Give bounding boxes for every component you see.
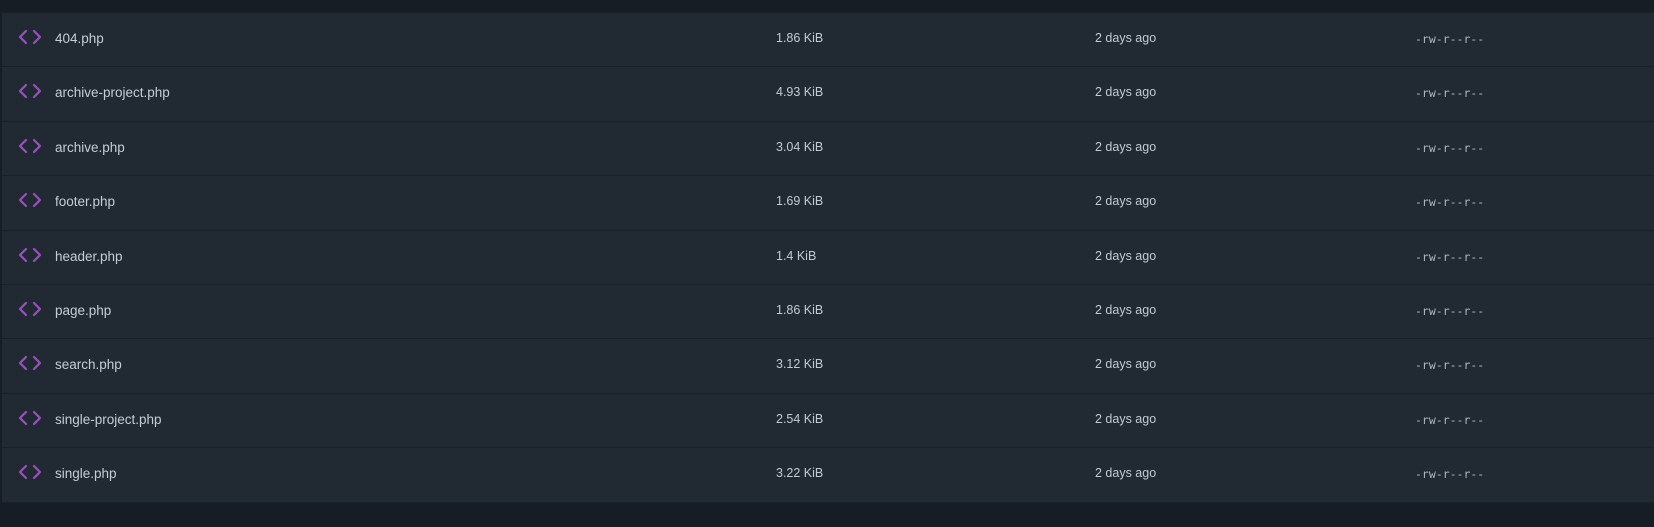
file-modified: 2 days ago [1095, 248, 1157, 263]
file-modified: 2 days ago [1095, 302, 1157, 317]
file-modified: 2 days ago [1095, 411, 1157, 426]
file-size: 3.22 KiB [776, 466, 824, 481]
file-permissions[interactable]: -rw-r--r-- [1415, 195, 1484, 209]
code-icon [17, 299, 43, 321]
file-modified: 2 days ago [1095, 357, 1157, 372]
file-name[interactable]: page.php [55, 303, 111, 318]
file-row-page-php[interactable]: page.php 1.86 KiB 2 days ago -rw-r--r-- [2, 285, 1654, 340]
file-permissions[interactable]: -rw-r--r-- [1415, 304, 1484, 318]
file-row-archive-project-php[interactable]: archive-project.php 4.93 KiB 2 days ago … [2, 67, 1654, 122]
file-size: 3.12 KiB [776, 357, 824, 372]
file-permissions[interactable]: -rw-r--r-- [1415, 358, 1484, 372]
file-name[interactable]: single.php [55, 466, 117, 481]
file-permissions[interactable]: -rw-r--r-- [1415, 141, 1484, 155]
file-row-footer-php[interactable]: footer.php 1.69 KiB 2 days ago -rw-r--r-… [2, 176, 1654, 231]
file-name[interactable]: archive-project.php [55, 85, 170, 100]
file-row-single-project-php[interactable]: single-project.php 2.54 KiB 2 days ago -… [2, 394, 1654, 449]
file-size: 1.86 KiB [776, 31, 824, 45]
code-icon [17, 462, 43, 484]
file-size: 1.69 KiB [776, 194, 824, 209]
file-name[interactable]: header.php [55, 249, 123, 264]
file-size: 1.86 KiB [776, 302, 824, 317]
file-permissions[interactable]: -rw-r--r-- [1415, 413, 1484, 427]
code-icon [17, 190, 43, 212]
file-size: 1.4 KiB [776, 248, 817, 263]
file-permissions[interactable]: -rw-r--r-- [1415, 250, 1484, 264]
code-icon [17, 245, 43, 267]
file-manager-page: 404.php 1.86 KiB 2 days ago -rw-r--r-- a… [0, 0, 1654, 527]
file-size: 3.04 KiB [776, 139, 824, 154]
file-name[interactable]: archive.php [55, 140, 125, 155]
file-modified: 2 days ago [1095, 194, 1157, 209]
file-modified: 2 days ago [1095, 85, 1157, 100]
file-list: 404.php 1.86 KiB 2 days ago -rw-r--r-- a… [2, 12, 1654, 503]
file-name[interactable]: search.php [55, 357, 122, 372]
file-modified: 2 days ago [1095, 139, 1157, 154]
file-row-search-php[interactable]: search.php 3.12 KiB 2 days ago -rw-r--r-… [2, 339, 1654, 394]
code-icon [17, 408, 43, 430]
file-size: 2.54 KiB [776, 411, 824, 426]
file-name[interactable]: 404.php [55, 31, 104, 46]
code-icon [17, 81, 43, 103]
file-permissions[interactable]: -rw-r--r-- [1415, 32, 1484, 46]
file-modified: 2 days ago [1095, 31, 1157, 45]
code-icon [17, 27, 43, 49]
code-icon [17, 353, 43, 375]
file-name[interactable]: single-project.php [55, 412, 162, 427]
file-size: 4.93 KiB [776, 85, 824, 100]
file-permissions[interactable]: -rw-r--r-- [1415, 86, 1484, 100]
file-row-single-php[interactable]: single.php 3.22 KiB 2 days ago -rw-r--r-… [2, 448, 1654, 503]
file-row-header-php[interactable]: header.php 1.4 KiB 2 days ago -rw-r--r-- [2, 231, 1654, 285]
file-row-404-php[interactable]: 404.php 1.86 KiB 2 days ago -rw-r--r-- [2, 13, 1654, 68]
code-icon [17, 136, 43, 158]
file-modified: 2 days ago [1095, 466, 1157, 481]
file-permissions[interactable]: -rw-r--r-- [1415, 467, 1484, 481]
file-row-archive-php[interactable]: archive.php 3.04 KiB 2 days ago -rw-r--r… [2, 122, 1654, 177]
file-name[interactable]: footer.php [55, 194, 115, 209]
